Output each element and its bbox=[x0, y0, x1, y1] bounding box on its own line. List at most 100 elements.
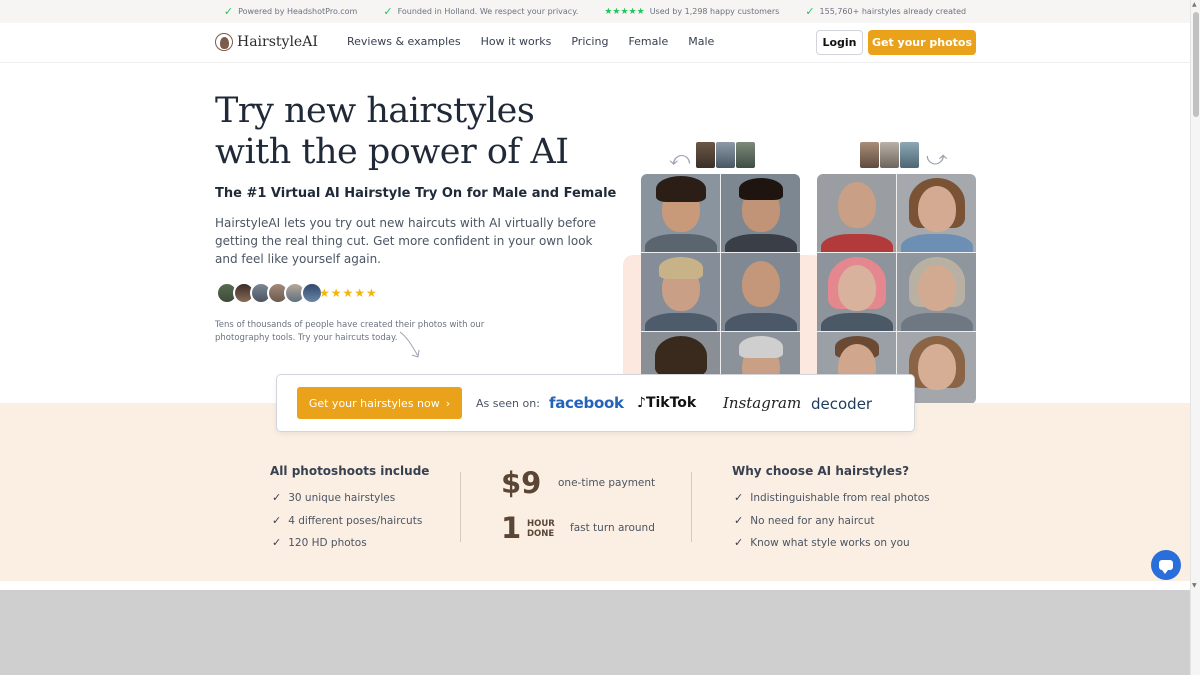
tiktok-icon: ♪ bbox=[637, 395, 646, 411]
check-icon: ✓ bbox=[272, 514, 282, 527]
next-section-placeholder bbox=[0, 590, 1190, 675]
arrow-doodle-icon bbox=[399, 331, 420, 358]
facebook-logo: facebook bbox=[549, 394, 624, 412]
nav-link-pricing[interactable]: Pricing bbox=[571, 35, 608, 48]
scroll-down-icon[interactable]: ▼ bbox=[1192, 582, 1197, 589]
hero-title-line: with the power of AI bbox=[215, 132, 569, 172]
female-before-thumbnails bbox=[860, 142, 919, 168]
topbar-text: Used by 1,298 happy customers bbox=[649, 7, 780, 16]
hairstyle-photo bbox=[721, 253, 800, 331]
check-icon: ✓ bbox=[734, 491, 744, 504]
main-nav: HairstyleAI Reviews & examples How it wo… bbox=[0, 23, 1190, 63]
turnaround-number: 1 bbox=[501, 511, 522, 545]
check-icon: ✓ bbox=[272, 536, 282, 549]
turnaround-label: fast turn around bbox=[570, 522, 655, 534]
scroll-up-icon[interactable]: ▲ bbox=[1192, 1, 1197, 8]
customer-avatars bbox=[216, 282, 323, 304]
price-label: one-time payment bbox=[558, 477, 656, 489]
feature-text: Indistinguishable from real photos bbox=[750, 491, 930, 504]
turnaround-unit-line: DONE bbox=[527, 529, 555, 539]
hairstyle-photo bbox=[897, 253, 976, 331]
topbar-text: 155,760+ hairstyles already created bbox=[819, 7, 967, 16]
hairstyle-photo bbox=[721, 174, 800, 252]
thumbnail bbox=[696, 142, 715, 168]
photoshoots-title: All photoshoots include bbox=[270, 464, 430, 478]
login-button[interactable]: Login bbox=[816, 30, 863, 55]
check-icon: ✓ bbox=[383, 5, 393, 18]
hairstyle-photo bbox=[897, 174, 976, 252]
check-icon: ✓ bbox=[272, 491, 282, 504]
get-photos-button[interactable]: Get your photos bbox=[868, 30, 976, 55]
topbar-text: Powered by HeadshotPro.com bbox=[238, 7, 358, 16]
scrollbar-thumb[interactable] bbox=[1193, 12, 1199, 117]
get-hairstyles-label: Get your hairstyles now bbox=[308, 396, 440, 410]
male-hairstyle-grid bbox=[641, 174, 800, 404]
feature-text: 4 different poses/haircuts bbox=[288, 514, 423, 527]
check-icon: ✓ bbox=[223, 5, 234, 18]
hero-title-line: Try new hairstyles bbox=[215, 91, 535, 131]
logo-icon bbox=[215, 33, 233, 51]
feature-item: ✓ Indistinguishable from real photos bbox=[734, 491, 930, 504]
feature-item: ✓ 30 unique hairstyles bbox=[272, 491, 395, 504]
logo-text: HairstyleAI bbox=[237, 34, 318, 50]
feature-item: ✓ 4 different poses/haircuts bbox=[272, 514, 422, 527]
topbar-item: ✓ Founded in Holland. We respect your pr… bbox=[383, 6, 578, 17]
thumbnail bbox=[860, 142, 879, 168]
price: $9 bbox=[501, 466, 542, 500]
feature-item: ✓ No need for any haircut bbox=[734, 514, 874, 527]
topbar-item: ✓ 155,760+ hairstyles already created bbox=[805, 6, 966, 17]
thumbnail bbox=[900, 142, 919, 168]
trust-text: Tens of thousands of people have created… bbox=[215, 320, 485, 343]
hero-subtitle: The #1 Virtual AI Hairstyle Try On for M… bbox=[215, 186, 617, 201]
feature-text: 120 HD photos bbox=[288, 536, 367, 549]
tiktok-text: TikTok bbox=[645, 395, 697, 411]
feature-item: ✓ Know what style works on you bbox=[734, 536, 910, 549]
feature-text: No need for any haircut bbox=[750, 514, 875, 527]
topbar-text: Founded in Holland. We respect your priv… bbox=[397, 7, 579, 16]
nav-link-reviews[interactable]: Reviews & examples bbox=[347, 35, 461, 48]
feature-text: 30 unique hairstyles bbox=[288, 491, 396, 504]
tiktok-logo: ♪TikTok bbox=[637, 395, 696, 411]
hero-title: Try new hairstyles with the power of AI bbox=[215, 91, 575, 173]
hero-description: HairstyleAI lets you try out new haircut… bbox=[215, 216, 596, 266]
thumbnail bbox=[736, 142, 755, 168]
rating-stars: ★★★★★ bbox=[319, 286, 378, 300]
thumbnail bbox=[880, 142, 899, 168]
divider bbox=[460, 472, 461, 542]
chat-button[interactable] bbox=[1151, 550, 1181, 580]
curved-arrow-icon: ⤻ bbox=[926, 146, 948, 170]
male-before-thumbnails bbox=[696, 142, 755, 168]
check-icon: ✓ bbox=[734, 514, 744, 527]
logo[interactable]: HairstyleAI bbox=[215, 33, 318, 51]
chat-bubble-icon bbox=[1159, 560, 1173, 574]
announcement-bar: ✓ Powered by HeadshotPro.com ✓ Founded i… bbox=[0, 0, 1190, 23]
turnaround-unit-line: HOUR bbox=[527, 519, 555, 529]
nav-link-male[interactable]: Male bbox=[688, 35, 714, 48]
instagram-logo: Instagram bbox=[723, 394, 802, 412]
check-icon: ✓ bbox=[805, 5, 815, 18]
nav-links: Reviews & examples How it works Pricing … bbox=[347, 35, 714, 48]
get-hairstyles-button[interactable]: Get your hairstyles now › bbox=[297, 387, 462, 419]
hairstyle-photo bbox=[641, 253, 720, 331]
curved-arrow-icon: ⤺ bbox=[669, 146, 691, 170]
stars-icon: ★★★★★ bbox=[604, 6, 645, 17]
why-choose-title: Why choose AI hairstyles? bbox=[732, 464, 910, 478]
check-icon: ✓ bbox=[734, 536, 744, 549]
section-gap bbox=[0, 581, 1190, 590]
hairstyle-photo bbox=[641, 174, 720, 252]
page: ✓ Powered by HeadshotPro.com ✓ Founded i… bbox=[0, 0, 1200, 675]
hairstyle-photo bbox=[817, 174, 896, 252]
feature-text: Know what style works on you bbox=[750, 536, 910, 549]
topbar-item: ★★★★★ Used by 1,298 happy customers bbox=[604, 7, 779, 17]
feature-item: ✓ 120 HD photos bbox=[272, 536, 367, 549]
cta-card: Get your hairstyles now › As seen on: fa… bbox=[276, 374, 915, 432]
thumbnail bbox=[716, 142, 735, 168]
turnaround-unit: HOUR DONE bbox=[527, 519, 555, 539]
female-hairstyle-grid bbox=[817, 174, 976, 404]
vertical-scrollbar[interactable]: ▲ ▼ bbox=[1190, 0, 1200, 675]
nav-link-how-it-works[interactable]: How it works bbox=[481, 35, 552, 48]
nav-link-female[interactable]: Female bbox=[628, 35, 668, 48]
seen-on-label: As seen on: bbox=[476, 397, 540, 410]
topbar-item: ✓ Powered by HeadshotPro.com bbox=[224, 6, 358, 17]
divider bbox=[691, 472, 692, 542]
